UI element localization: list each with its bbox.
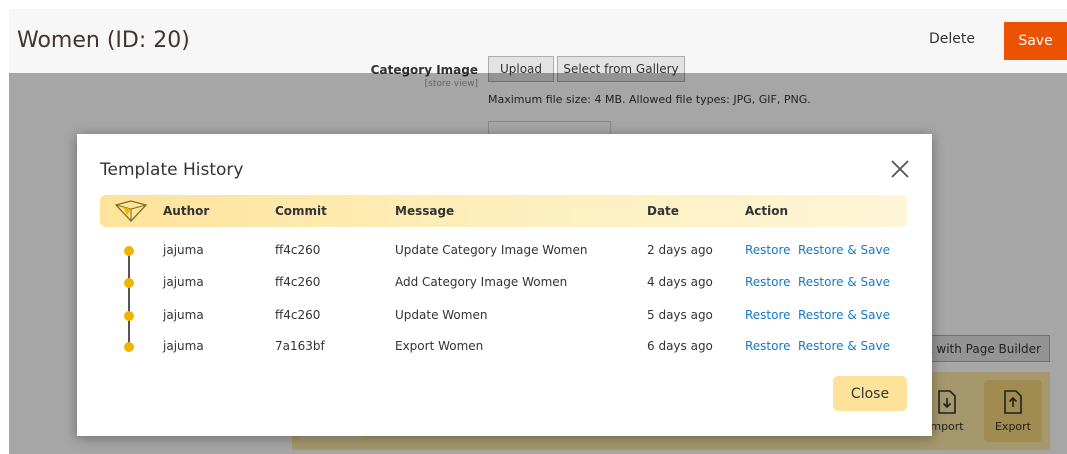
close-button[interactable]: Close xyxy=(833,376,907,411)
row-author: jajuma xyxy=(163,243,204,257)
restore-and-save-link[interactable]: Restore & Save xyxy=(798,308,890,322)
row-author: jajuma xyxy=(163,308,204,322)
restore-and-save-link[interactable]: Restore & Save xyxy=(798,243,890,257)
restore-link[interactable]: Restore xyxy=(745,275,791,289)
restore-link[interactable]: Restore xyxy=(745,308,791,322)
history-row: jajuma ff4c260 Update Category Image Wom… xyxy=(100,241,907,261)
column-message: Message xyxy=(395,204,455,218)
modal-title: Template History xyxy=(100,160,244,180)
row-message: Update Women xyxy=(395,308,488,322)
close-icon[interactable] xyxy=(887,156,913,182)
history-row: jajuma 7a163bf Export Women 6 days ago R… xyxy=(100,337,907,357)
row-message: Update Category Image Women xyxy=(395,243,588,257)
column-author: Author xyxy=(163,204,210,218)
column-date: Date xyxy=(647,204,679,218)
restore-link[interactable]: Restore xyxy=(745,339,791,353)
row-commit: ff4c260 xyxy=(275,275,321,289)
template-history-modal: Template History Author Commit Message D… xyxy=(77,134,932,436)
timeline-line xyxy=(128,251,130,347)
row-commit: 7a163bf xyxy=(275,339,325,353)
column-action: Action xyxy=(745,204,789,218)
history-row: jajuma ff4c260 Update Women 5 days ago R… xyxy=(100,306,907,326)
restore-and-save-link[interactable]: Restore & Save xyxy=(798,275,890,289)
row-message: Add Category Image Women xyxy=(395,275,568,289)
row-date: 2 days ago xyxy=(647,243,713,257)
row-date: 5 days ago xyxy=(647,308,713,322)
history-row: jajuma ff4c260 Add Category Image Women … xyxy=(100,273,907,293)
row-commit: ff4c260 xyxy=(275,243,321,257)
row-author: jajuma xyxy=(163,339,204,353)
row-message: Export Women xyxy=(395,339,484,353)
history-table-header: Author Commit Message Date Action xyxy=(100,195,907,227)
restore-and-save-link[interactable]: Restore & Save xyxy=(798,339,890,353)
row-date: 4 days ago xyxy=(647,275,713,289)
delete-button[interactable]: Delete xyxy=(929,31,975,47)
row-commit: ff4c260 xyxy=(275,308,321,322)
column-commit: Commit xyxy=(275,204,327,218)
save-button[interactable]: Save xyxy=(1004,22,1067,60)
page-title: Women (ID: 20) xyxy=(17,28,190,53)
row-author: jajuma xyxy=(163,275,204,289)
row-date: 6 days ago xyxy=(647,339,713,353)
jajuma-logo-icon xyxy=(114,200,148,222)
restore-link[interactable]: Restore xyxy=(745,243,791,257)
